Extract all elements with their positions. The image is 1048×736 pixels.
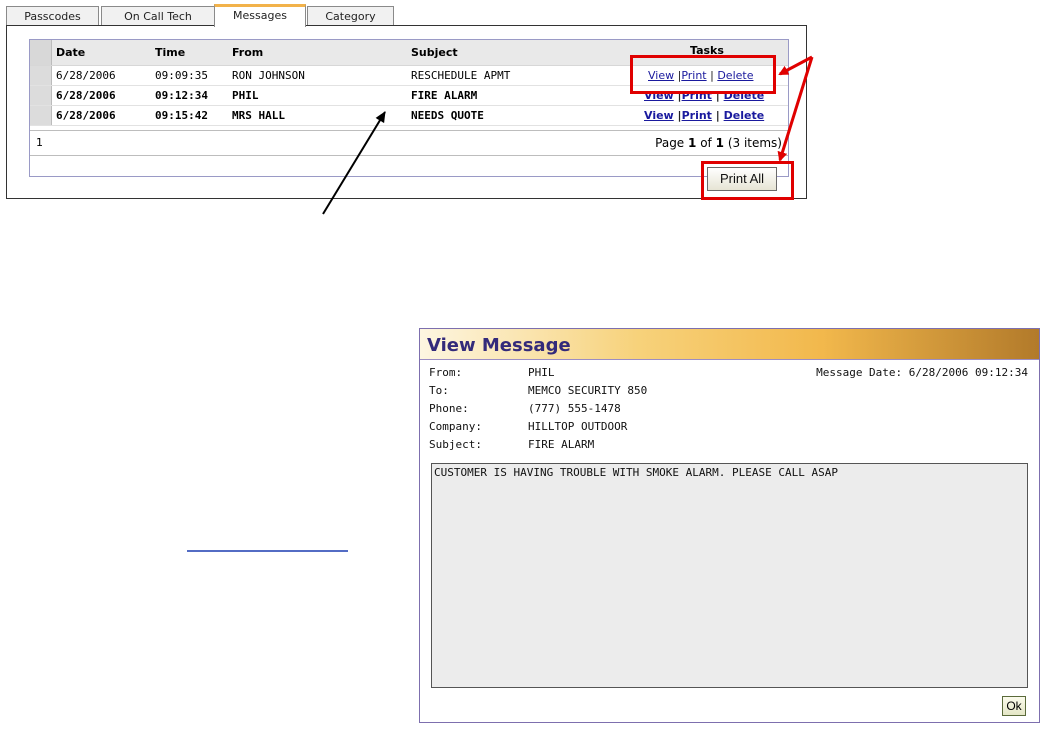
row-from: RON JOHNSON [232, 69, 305, 82]
from-value: PHIL [528, 366, 555, 379]
to-label: To: [429, 384, 449, 397]
table-row[interactable]: 6/28/2006 09:15:42 MRS HALL NEEDS QUOTE … [30, 106, 788, 126]
column-date[interactable]: Date [56, 46, 85, 59]
message-body-box[interactable]: CUSTOMER IS HAVING TROUBLE WITH SMOKE AL… [431, 463, 1028, 688]
row-selector[interactable] [30, 66, 52, 85]
view-link[interactable]: View [644, 109, 674, 122]
ok-button[interactable]: Ok [1002, 696, 1026, 716]
to-value: MEMCO SECURITY 850 [528, 384, 648, 397]
view-message-dialog: View Message From: PHIL To: MEMCO SECURI… [419, 328, 1040, 723]
tab-messages[interactable]: Messages [214, 4, 306, 27]
company-value: HILLTOP OUTDOOR [528, 420, 628, 433]
row-subject: NEEDS QUOTE [411, 109, 484, 122]
delete-link[interactable]: Delete [724, 109, 765, 122]
grid-header-corner [30, 40, 52, 65]
pager-page-link[interactable]: 1 [36, 136, 43, 149]
row-subject: FIRE ALARM [411, 89, 478, 102]
print-all-highlight-box [701, 161, 794, 200]
column-time[interactable]: Time [155, 46, 185, 59]
row-date: 6/28/2006 [56, 109, 116, 122]
tasks-highlight-box [630, 55, 776, 94]
grid-pager: 1 Page 1 of 1 (3 items) [30, 130, 788, 156]
tab-passcodes[interactable]: Passcodes [6, 6, 99, 25]
print-link[interactable]: Print [682, 109, 712, 122]
row-time: 09:09:35 [155, 69, 208, 82]
dialog-titlebar: View Message [420, 329, 1039, 360]
message-body: CUSTOMER IS HAVING TROUBLE WITH SMOKE AL… [434, 466, 838, 479]
tab-on-call-tech[interactable]: On Call Tech [101, 6, 215, 25]
row-from: MRS HALL [232, 109, 285, 122]
column-subject[interactable]: Subject [411, 46, 458, 59]
row-time: 09:12:34 [155, 89, 208, 102]
subject-value: FIRE ALARM [528, 438, 595, 451]
row-date: 6/28/2006 [56, 89, 116, 102]
row-date: 6/28/2006 [56, 69, 116, 82]
row-selector[interactable] [30, 106, 52, 125]
row-time: 09:15:42 [155, 109, 208, 122]
phone-value: (777) 555-1478 [528, 402, 621, 415]
messages-panel: Date Time From Subject Tasks 6/28/2006 0… [6, 25, 807, 199]
row-tasks: View |Print | Delete [644, 109, 765, 122]
from-label: From: [429, 366, 463, 379]
pager-info: Page 1 of 1 (3 items) [655, 136, 782, 150]
dialog-title: View Message [427, 335, 571, 356]
subject-label: Subject: [429, 438, 482, 451]
row-subject: RESCHEDULE APMT [411, 69, 511, 82]
row-selector[interactable] [30, 86, 52, 105]
phone-label: Phone: [429, 402, 469, 415]
row-from: PHIL [232, 89, 259, 102]
column-from[interactable]: From [232, 46, 263, 59]
message-date: Message Date: 6/28/2006 09:12:34 [816, 366, 1028, 379]
tab-category[interactable]: Category [307, 6, 394, 25]
company-label: Company: [429, 420, 482, 433]
